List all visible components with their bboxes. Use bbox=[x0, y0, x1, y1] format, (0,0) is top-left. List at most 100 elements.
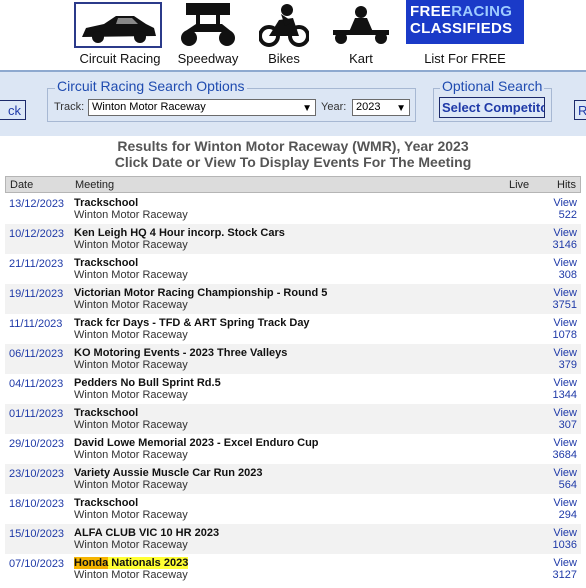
view-link[interactable]: View bbox=[553, 197, 577, 209]
meeting-date-link[interactable]: 06/11/2023 bbox=[9, 348, 63, 360]
results-instructions: Click Date or View To Display Events For… bbox=[114, 154, 472, 170]
table-row: 15/10/2023 ALFA CLUB VIC 10 HR 2023 Wint… bbox=[5, 524, 581, 554]
year-select[interactable]: 2023 ▼ bbox=[352, 99, 410, 116]
sprint-car-icon bbox=[176, 2, 240, 48]
meeting-venue: Winton Motor Raceway bbox=[74, 389, 188, 401]
meeting-date-link[interactable]: 21/11/2023 bbox=[9, 258, 63, 270]
table-row: 11/11/2023 Track fcr Days - TFD & ART Sp… bbox=[5, 314, 581, 344]
kart-icon bbox=[329, 2, 393, 48]
meeting-title: Victorian Motor Racing Championship - Ro… bbox=[74, 287, 328, 299]
track-select[interactable]: Winton Motor Raceway ▼ bbox=[88, 99, 316, 116]
motorbike-icon bbox=[258, 2, 310, 48]
hit-count: 1344 bbox=[552, 389, 577, 401]
year-select-value: 2023 bbox=[356, 101, 381, 113]
hit-count: 308 bbox=[558, 269, 577, 281]
free-classifieds-banner[interactable]: FREERACING CLASSIFIEDS bbox=[406, 0, 524, 44]
nav-label: Bikes bbox=[268, 51, 300, 66]
results-heading: Results for Winton Motor Raceway (WMR), … bbox=[0, 138, 586, 170]
meeting-title: ALFA CLUB VIC 10 HR 2023 bbox=[74, 527, 220, 539]
table-row: 06/11/2023 KO Motoring Events - 2023 Thr… bbox=[5, 344, 581, 374]
nav-kart[interactable]: Kart bbox=[326, 0, 396, 70]
table-row: 29/10/2023 David Lowe Memorial 2023 - Ex… bbox=[5, 434, 581, 464]
results-title: Results for Winton Motor Raceway (WMR), … bbox=[117, 138, 469, 154]
hit-count: 294 bbox=[558, 509, 577, 521]
view-link[interactable]: View bbox=[553, 437, 577, 449]
col-live: Live bbox=[509, 179, 530, 191]
meeting-venue: Winton Motor Raceway bbox=[74, 449, 188, 461]
nav-label: Circuit Racing bbox=[79, 51, 161, 66]
select-competitor-button[interactable]: Select Competito bbox=[439, 97, 545, 118]
meeting-date-link[interactable]: 04/11/2023 bbox=[9, 378, 63, 390]
meeting-date-link[interactable]: 18/10/2023 bbox=[9, 498, 64, 510]
meeting-venue: Winton Motor Raceway bbox=[74, 299, 188, 311]
hit-count: 1078 bbox=[552, 329, 577, 341]
meeting-title-rest: Nationals 2023 bbox=[108, 557, 189, 569]
table-row: 01/11/2023 Trackschool Winton Motor Race… bbox=[5, 404, 581, 434]
track-label: Track: bbox=[54, 101, 85, 113]
meeting-date-link[interactable]: 29/10/2023 bbox=[9, 438, 64, 450]
view-link[interactable]: View bbox=[553, 407, 577, 419]
meeting-venue: Winton Motor Raceway bbox=[74, 569, 188, 581]
view-link[interactable]: View bbox=[553, 287, 577, 299]
classifieds-racing: RACING bbox=[451, 3, 513, 20]
table-header: Date Meeting Live Hits bbox=[5, 176, 581, 193]
meeting-date-link[interactable]: 10/12/2023 bbox=[9, 228, 64, 240]
meeting-venue: Winton Motor Raceway bbox=[74, 419, 188, 431]
hit-count: 1036 bbox=[552, 539, 577, 551]
meeting-venue: Winton Motor Raceway bbox=[74, 269, 188, 281]
col-meeting: Meeting bbox=[75, 179, 115, 191]
nav-speedway[interactable]: Speedway bbox=[170, 0, 246, 70]
view-link[interactable]: View bbox=[553, 317, 577, 329]
meeting-venue: Winton Motor Raceway bbox=[74, 329, 188, 341]
view-link[interactable]: View bbox=[553, 227, 577, 239]
meeting-venue: Winton Motor Raceway bbox=[74, 539, 188, 551]
track-select-value: Winton Motor Raceway bbox=[92, 101, 206, 113]
classifieds-text: CLASSIFIEDS bbox=[410, 20, 513, 37]
hit-count: 564 bbox=[558, 479, 577, 491]
meeting-title: Honda Nationals 2023 bbox=[74, 557, 189, 569]
table-row: 13/12/2023 Trackschool Winton Motor Race… bbox=[5, 194, 581, 224]
meeting-date-link[interactable]: 19/11/2023 bbox=[9, 288, 63, 300]
meeting-date-link[interactable]: 13/12/2023 bbox=[9, 198, 64, 210]
table-row: 21/11/2023 Trackschool Winton Motor Race… bbox=[5, 254, 581, 284]
view-link[interactable]: View bbox=[553, 377, 577, 389]
meeting-title: Pedders No Bull Sprint Rd.5 bbox=[74, 377, 221, 389]
view-link[interactable]: View bbox=[553, 257, 577, 269]
meeting-date-link[interactable]: 15/10/2023 bbox=[9, 528, 64, 540]
list-for-free-link[interactable]: List For FREE bbox=[408, 51, 522, 66]
chevron-down-icon: ▼ bbox=[302, 103, 312, 114]
category-nav: Circuit Racing Speedway Bikes Kart FREER… bbox=[0, 0, 586, 70]
meeting-date-link[interactable]: 07/10/2023 bbox=[9, 558, 64, 570]
view-link[interactable]: View bbox=[553, 557, 577, 569]
search-options-title: Circuit Racing Search Options bbox=[55, 78, 247, 94]
meeting-date-link[interactable]: 01/11/2023 bbox=[9, 408, 63, 420]
col-date: Date bbox=[10, 179, 34, 191]
nav-label: Speedway bbox=[177, 51, 239, 66]
race-car-icon bbox=[74, 2, 162, 48]
table-row: 19/11/2023 Victorian Motor Racing Champi… bbox=[5, 284, 581, 314]
meeting-title: David Lowe Memorial 2023 - Excel Enduro … bbox=[74, 437, 319, 449]
nav-bikes[interactable]: Bikes bbox=[256, 0, 312, 70]
right-nav-button[interactable]: R bbox=[574, 100, 586, 120]
view-link[interactable]: View bbox=[553, 347, 577, 359]
table-row: 04/11/2023 Pedders No Bull Sprint Rd.5 W… bbox=[5, 374, 581, 404]
meeting-venue: Winton Motor Raceway bbox=[74, 479, 188, 491]
meeting-date-link[interactable]: 11/11/2023 bbox=[9, 318, 62, 330]
view-link[interactable]: View bbox=[553, 467, 577, 479]
col-hits: Hits bbox=[557, 179, 576, 191]
hit-count: 307 bbox=[558, 419, 577, 431]
meeting-venue: Winton Motor Raceway bbox=[74, 239, 188, 251]
meeting-venue: Winton Motor Raceway bbox=[74, 359, 188, 371]
meeting-title: Track fcr Days - TFD & ART Spring Track … bbox=[74, 317, 310, 329]
table-row: 23/10/2023 Variety Aussie Muscle Car Run… bbox=[5, 464, 581, 494]
view-link[interactable]: View bbox=[553, 527, 577, 539]
optional-search-title: Optional Search bbox=[440, 78, 545, 94]
back-button[interactable]: ck bbox=[0, 100, 26, 120]
meeting-title: Variety Aussie Muscle Car Run 2023 bbox=[74, 467, 263, 479]
nav-circuit-racing[interactable]: Circuit Racing bbox=[74, 0, 166, 70]
meeting-date-link[interactable]: 23/10/2023 bbox=[9, 468, 64, 480]
view-link[interactable]: View bbox=[553, 497, 577, 509]
year-label: Year: bbox=[321, 101, 347, 113]
hit-count: 3751 bbox=[552, 299, 577, 311]
meeting-title: Ken Leigh HQ 4 Hour incorp. Stock Cars bbox=[74, 227, 285, 239]
